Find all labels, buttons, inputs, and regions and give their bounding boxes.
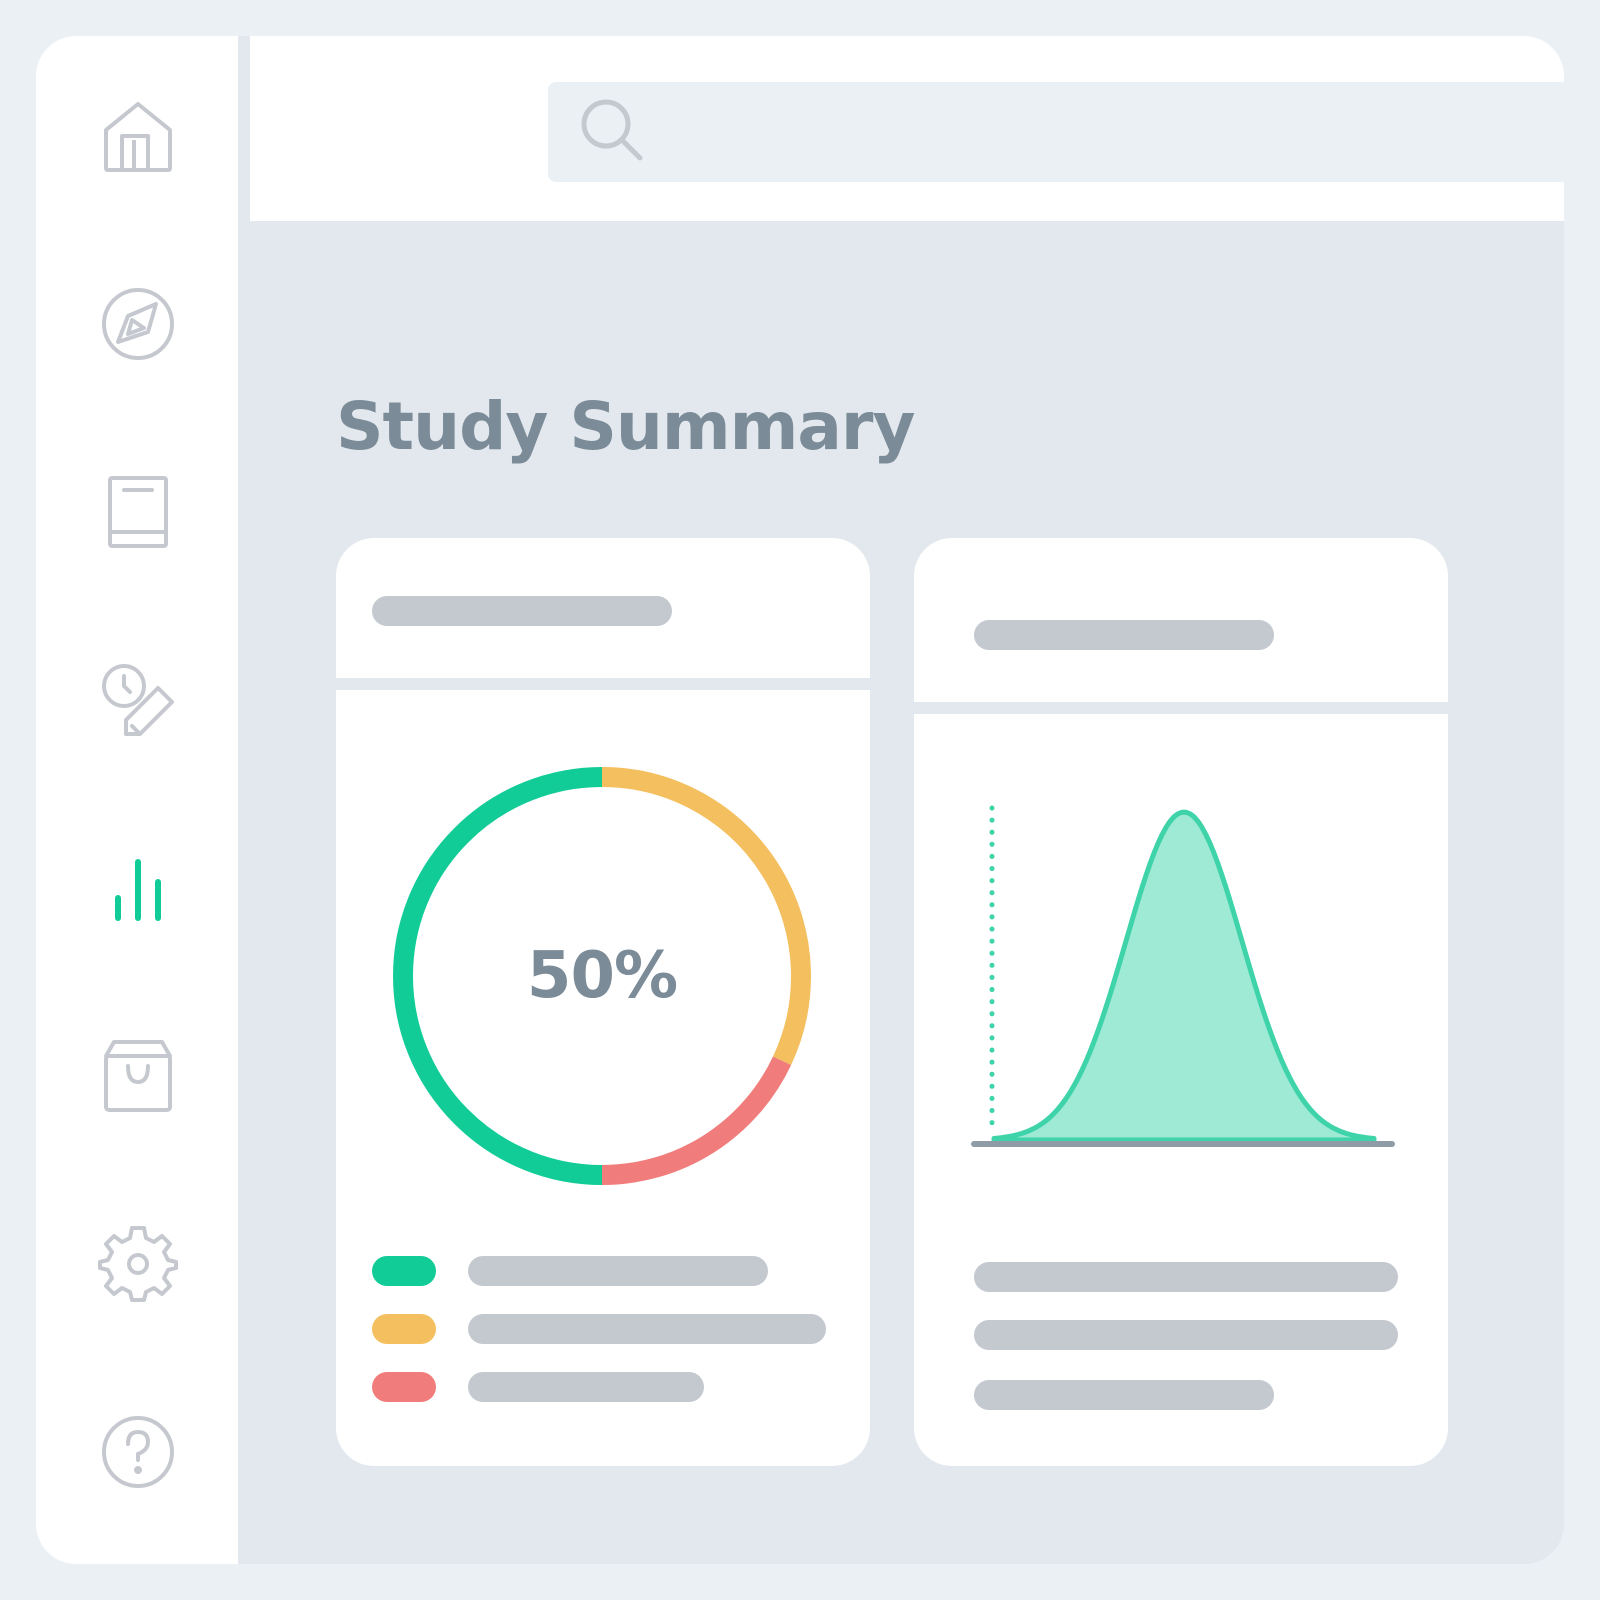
search-input[interactable] <box>668 82 1564 184</box>
app-window: Study Summary 50% <box>36 36 1564 1564</box>
book-icon <box>108 476 168 548</box>
legend-label-placeholder <box>468 1256 768 1286</box>
sidebar-item-store[interactable] <box>98 1036 178 1116</box>
legend-swatch-red <box>372 1372 436 1402</box>
gear-icon <box>98 1226 178 1302</box>
text-placeholder-line <box>974 1380 1274 1410</box>
sidebar-item-settings[interactable] <box>98 1224 178 1304</box>
text-placeholder-line <box>974 1262 1398 1292</box>
search-icon[interactable] <box>578 96 658 176</box>
schedule-edit-icon <box>102 664 174 736</box>
bell-curve-area <box>991 809 1377 1143</box>
bar-chart-icon <box>115 859 161 921</box>
legend-swatch-green <box>372 1256 436 1286</box>
legend-label-placeholder <box>468 1314 826 1344</box>
top-bar <box>250 36 1564 221</box>
search-bar[interactable] <box>548 82 1564 184</box>
home-icon <box>104 102 172 172</box>
page-title: Study Summary <box>336 388 915 465</box>
sidebar-item-stats[interactable] <box>98 848 178 928</box>
sidebar-item-home[interactable] <box>98 96 178 176</box>
card-divider <box>336 678 870 690</box>
sidebar <box>36 36 238 1564</box>
shopping-bag-icon <box>104 1040 172 1112</box>
sidebar-item-explore[interactable] <box>98 284 178 364</box>
sidebar-divider <box>238 36 250 1564</box>
distribution-card <box>914 538 1448 1466</box>
card-title-placeholder <box>372 596 672 626</box>
card-divider <box>914 702 1448 714</box>
card-title-placeholder <box>974 620 1274 650</box>
sidebar-item-schedule[interactable] <box>98 660 178 740</box>
progress-card: 50% <box>336 538 870 1466</box>
text-placeholder-line <box>974 1320 1398 1350</box>
distribution-chart <box>971 805 1395 1147</box>
legend-swatch-yellow <box>372 1314 436 1344</box>
legend-label-placeholder <box>468 1372 704 1402</box>
sidebar-item-library[interactable] <box>98 472 178 552</box>
sidebar-item-help[interactable] <box>98 1412 178 1492</box>
help-icon <box>102 1416 174 1488</box>
compass-icon <box>102 288 174 360</box>
donut-center-label: 50% <box>526 939 678 1013</box>
